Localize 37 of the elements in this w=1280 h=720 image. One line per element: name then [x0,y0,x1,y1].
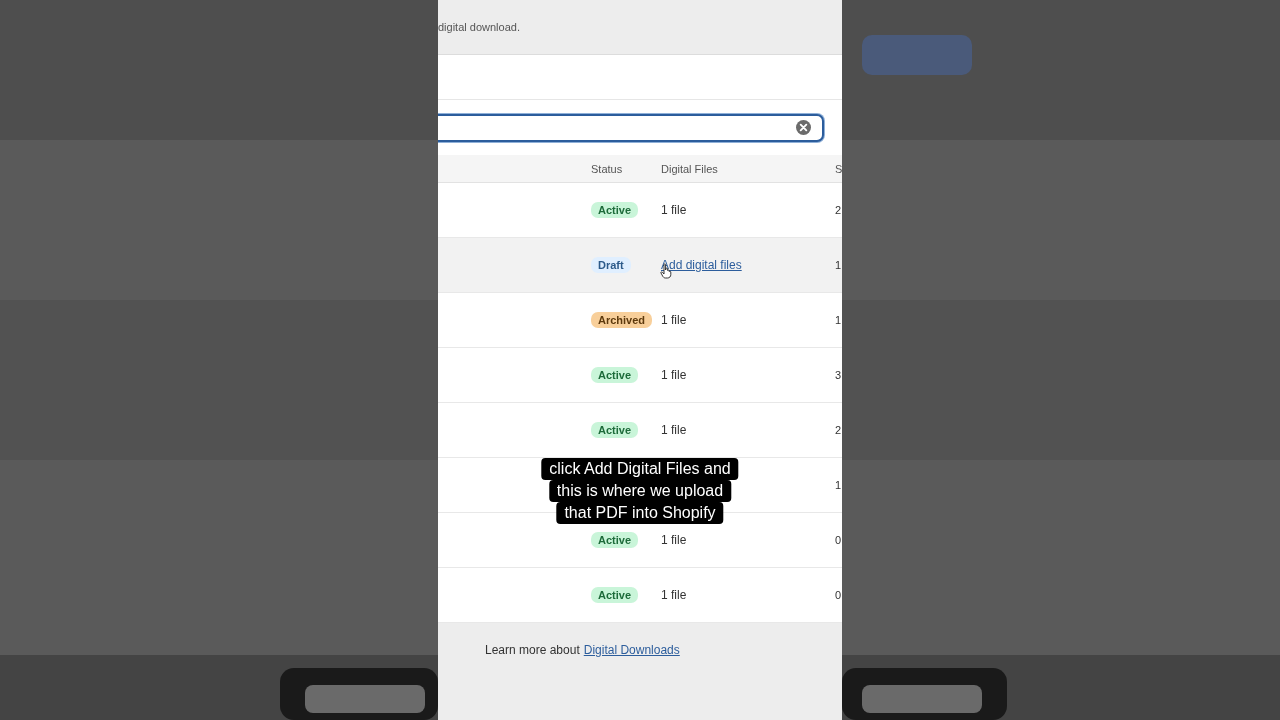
status-badge: Active [591,367,639,383]
add-files-link[interactable]: Add digital files [661,258,742,272]
table-cell: 1 file [661,423,687,437]
status-badge: Active [591,422,639,438]
table-cell: 1 file [661,313,687,327]
status-badge: Active [591,532,639,548]
table-cell: 1 file [661,533,687,547]
table-row[interactable]: Active 1 file 0 [438,568,842,623]
table-row[interactable]: Draft Add digital files 1 [438,238,842,293]
description-text: digital download. [438,21,520,33]
status-badge: Draft [591,257,631,273]
column-header: S [835,162,842,175]
table-row[interactable]: Active 1 file 2 [438,403,842,458]
table-cell: 1 [835,479,842,491]
table-cell: 1 [835,314,842,326]
footer-text: Learn more about [485,643,580,657]
status-badge: Active [591,202,639,218]
caption-text: click Add Digital Files and this is where we upload that PDF into Shopify [541,458,739,524]
table-cell: 2 [835,204,842,216]
table-cell: 3 [835,369,842,381]
table-cell: 1 [835,259,842,271]
table-row[interactable]: Active 1 file 2 [438,183,842,238]
table-cell: 1 file [661,588,687,602]
table-cell: 2 [835,424,842,436]
clear-icon[interactable] [796,120,811,135]
table-row[interactable]: Active 1 file 3 [438,348,842,403]
column-header: Status [591,162,624,175]
column-header: Digital Files [661,162,719,175]
digital-downloads-link[interactable]: Digital Downloads [583,643,680,657]
table-cell: 0 [835,589,842,601]
table-cell: 0 [835,534,842,546]
status-badge: Archived [591,312,653,328]
search-field[interactable] [438,113,824,142]
table-cell: 1 file [661,203,687,217]
table-row[interactable]: Archived 1 file 1 [438,293,842,348]
status-badge: Active [591,587,639,603]
table-cell: 1 file [661,368,687,382]
